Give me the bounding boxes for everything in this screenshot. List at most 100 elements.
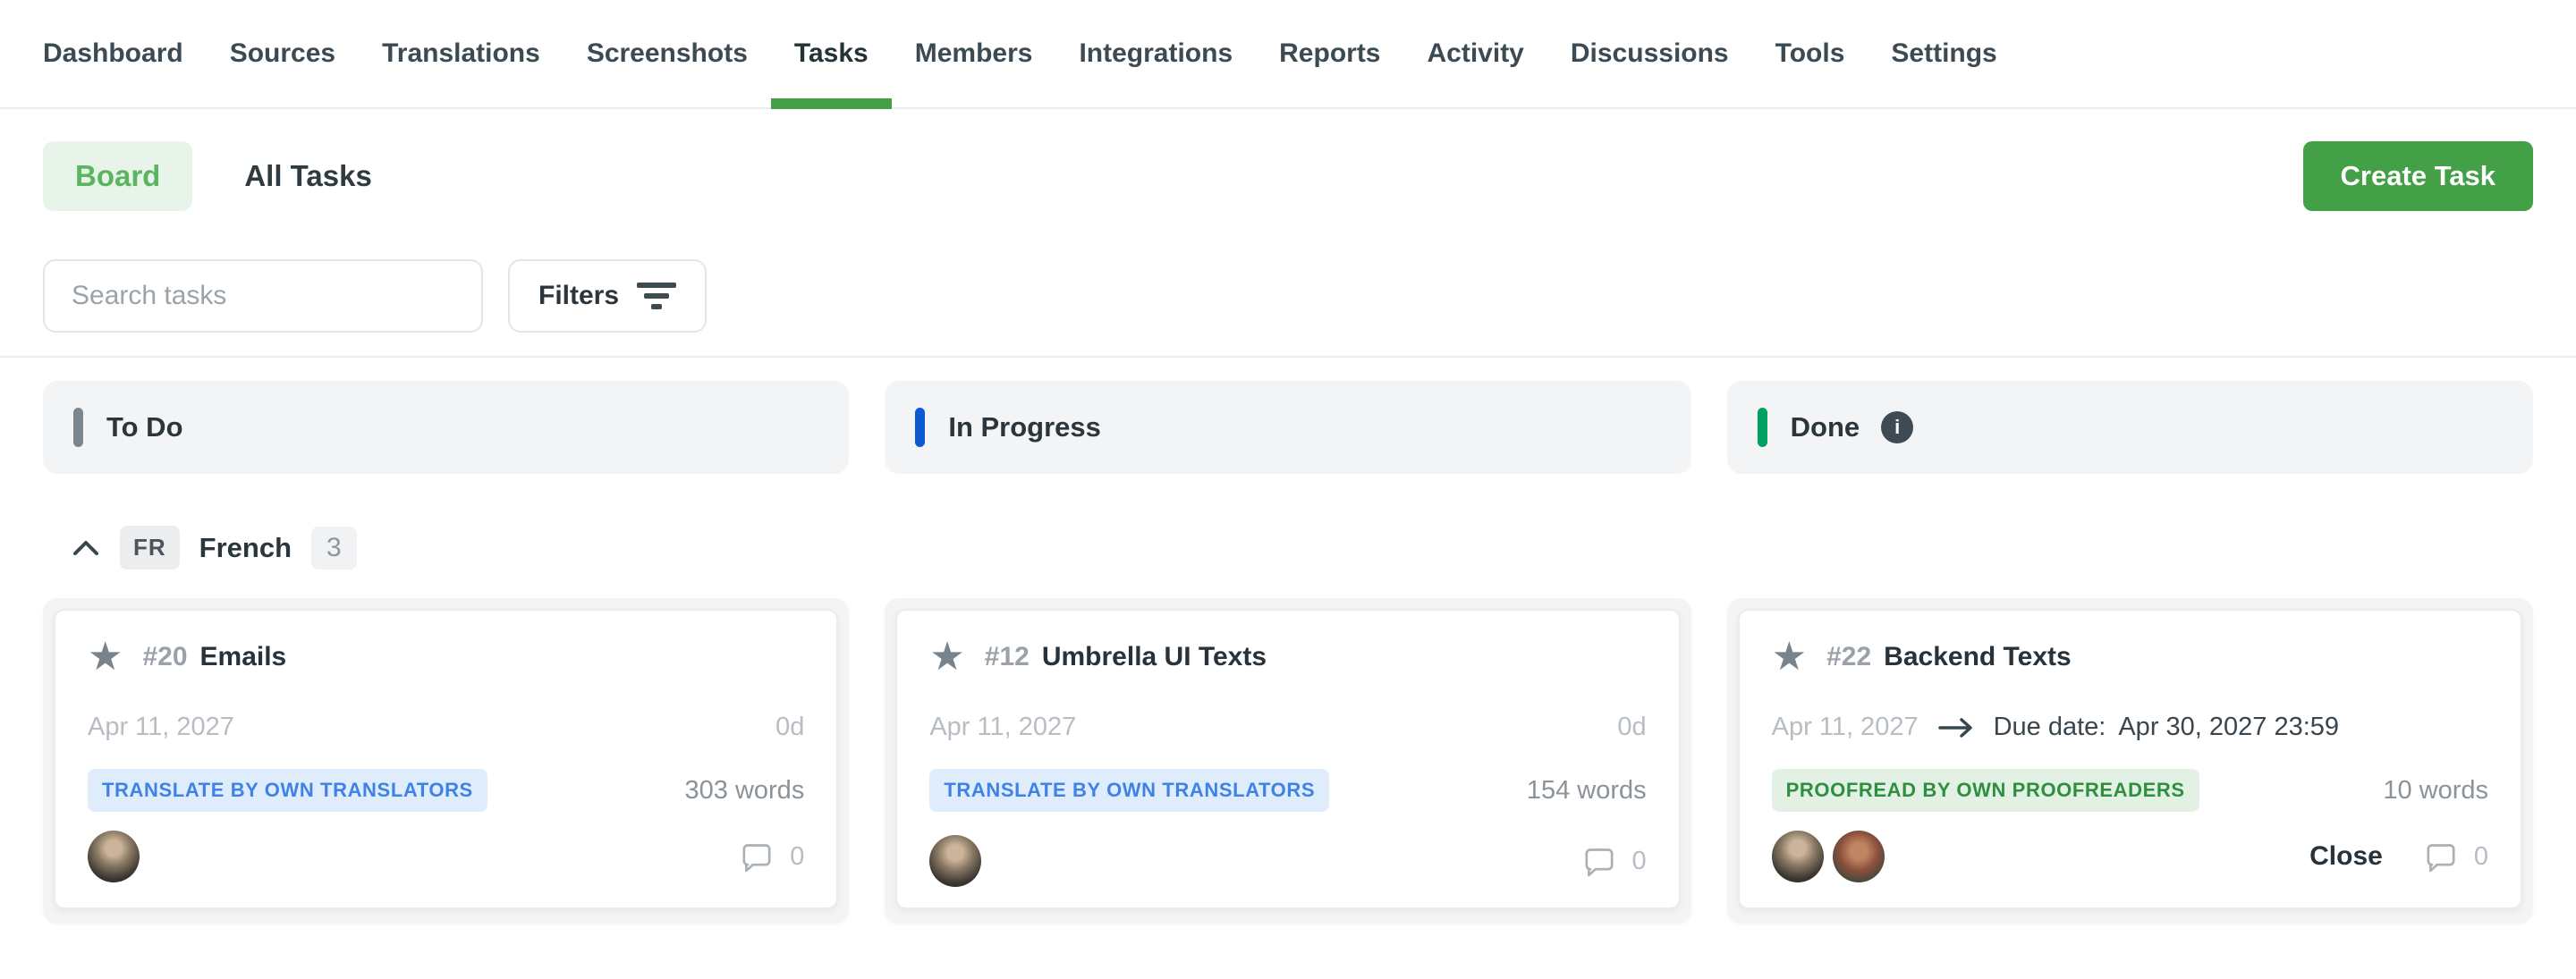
task-date: Apr 11, 2027 [929, 713, 1076, 742]
filters-button[interactable]: Filters [508, 259, 707, 333]
nav-dashboard[interactable]: Dashboard [43, 0, 183, 107]
card-title-row: ★ #22 Backend Texts [1772, 637, 2488, 677]
nav-settings[interactable]: Settings [1891, 0, 1996, 107]
arrow-right-icon [1936, 716, 1976, 739]
star-icon[interactable]: ★ [88, 637, 123, 677]
assignee-avatars [88, 831, 140, 882]
view-toolbar: Board All Tasks Create Task [43, 141, 2533, 211]
section-divider [0, 356, 2576, 358]
lane-todo: ★ #20 Emails Apr 11, 2027 0d TRANSLATE B… [43, 598, 849, 924]
todo-column-label: To Do [106, 411, 183, 443]
language-code-badge: FR [120, 526, 180, 570]
task-word-count: 10 words [2383, 776, 2488, 806]
card-footer: 0 [929, 835, 1646, 887]
tasks-board-page: Dashboard Sources Translations Screensho… [0, 0, 2576, 979]
card-badge-row: TRANSLATE BY OWN TRANSLATORS 303 words [88, 769, 804, 812]
comment-count: 0 [790, 842, 804, 872]
board-lanes: ★ #20 Emails Apr 11, 2027 0d TRANSLATE B… [43, 598, 2533, 924]
task-word-count: 303 words [685, 776, 805, 806]
card-title-row: ★ #20 Emails [88, 637, 804, 677]
comments-button[interactable]: 0 [738, 839, 804, 874]
language-name: French [199, 532, 292, 564]
avatar [929, 835, 981, 887]
chevron-up-icon[interactable] [72, 539, 100, 557]
avatar [1833, 831, 1885, 882]
filter-icon [637, 283, 676, 309]
task-days-left: 0d [775, 713, 804, 742]
language-group-header[interactable]: FR French 3 [43, 526, 357, 570]
nav-tasks[interactable]: Tasks [794, 0, 869, 107]
filters-label: Filters [538, 281, 619, 311]
done-color-bar [1758, 408, 1767, 447]
task-type-badge: TRANSLATE BY OWN TRANSLATORS [929, 769, 1329, 812]
task-word-count: 154 words [1527, 776, 1647, 806]
card-meta-row: Apr 11, 2027 0d [929, 713, 1646, 742]
task-days-left: 0d [1617, 713, 1646, 742]
card-title-row: ★ #12 Umbrella UI Texts [929, 637, 1646, 677]
search-input[interactable] [43, 259, 483, 333]
column-header-todo: To Do [43, 381, 849, 474]
due-date-value: Apr 30, 2027 23:59 [2118, 713, 2339, 742]
close-task-button[interactable]: Close [2309, 841, 2383, 872]
card-footer: Close 0 [1772, 831, 2488, 882]
task-type-badge: PROOFREAD BY OWN PROOFREADERS [1772, 769, 2199, 812]
task-count-badge: 3 [311, 527, 357, 570]
board-view-tab[interactable]: Board [43, 141, 192, 211]
comment-icon [1580, 843, 1618, 879]
task-title: Umbrella UI Texts [1042, 642, 1267, 672]
comment-count: 0 [1632, 847, 1647, 876]
nav-members[interactable]: Members [915, 0, 1033, 107]
star-icon[interactable]: ★ [1772, 637, 1807, 677]
in-progress-color-bar [915, 408, 925, 447]
avatar [1772, 831, 1824, 882]
todo-color-bar [73, 408, 83, 447]
task-id: #12 [985, 642, 1030, 672]
nav-screenshots[interactable]: Screenshots [587, 0, 748, 107]
avatar [88, 831, 140, 882]
task-id: #20 [142, 642, 187, 672]
card-meta-row: Apr 11, 2027 Due date: Apr 30, 2027 23:5… [1772, 713, 2488, 742]
task-card[interactable]: ★ #12 Umbrella UI Texts Apr 11, 2027 0d … [895, 609, 1680, 909]
comment-icon [738, 839, 775, 874]
info-icon[interactable]: i [1881, 411, 1913, 443]
column-header-done: Done i [1727, 381, 2533, 474]
task-title: Emails [200, 642, 287, 672]
comment-count: 0 [2474, 842, 2488, 872]
search-filter-row: Filters [43, 259, 2533, 333]
assignee-avatars [929, 835, 981, 887]
nav-integrations[interactable]: Integrations [1079, 0, 1233, 107]
create-task-button[interactable]: Create Task [2303, 141, 2533, 211]
lane-done: ★ #22 Backend Texts Apr 11, 2027 Due dat… [1727, 598, 2533, 924]
task-date: Apr 11, 2027 [88, 713, 234, 742]
card-badge-row: TRANSLATE BY OWN TRANSLATORS 154 words [929, 769, 1646, 812]
task-date: Apr 11, 2027 [1772, 713, 1919, 742]
due-date-label: Due date: [1994, 713, 2106, 742]
task-type-badge: TRANSLATE BY OWN TRANSLATORS [88, 769, 487, 812]
nav-reports[interactable]: Reports [1279, 0, 1380, 107]
comment-icon [2422, 839, 2460, 874]
nav-translations[interactable]: Translations [382, 0, 540, 107]
nav-tools[interactable]: Tools [1775, 0, 1845, 107]
task-card[interactable]: ★ #22 Backend Texts Apr 11, 2027 Due dat… [1738, 609, 2522, 909]
nav-discussions[interactable]: Discussions [1571, 0, 1729, 107]
all-tasks-view-tab[interactable]: All Tasks [244, 159, 371, 193]
comments-button[interactable]: 0 [2422, 839, 2488, 874]
assignee-avatars [1772, 831, 1885, 882]
nav-sources[interactable]: Sources [230, 0, 335, 107]
in-progress-column-label: In Progress [948, 411, 1101, 443]
column-header-in-progress: In Progress [885, 381, 1690, 474]
task-card[interactable]: ★ #20 Emails Apr 11, 2027 0d TRANSLATE B… [54, 609, 838, 909]
card-badge-row: PROOFREAD BY OWN PROOFREADERS 10 words [1772, 769, 2488, 812]
card-meta-row: Apr 11, 2027 0d [88, 713, 804, 742]
nav-activity[interactable]: Activity [1428, 0, 1524, 107]
task-title: Backend Texts [1884, 642, 2072, 672]
kanban-board: To Do In Progress Done i FR French 3 [0, 381, 2576, 924]
task-id: #22 [1826, 642, 1871, 672]
top-navigation: Dashboard Sources Translations Screensho… [0, 0, 2576, 109]
column-headers: To Do In Progress Done i [43, 381, 2533, 474]
comments-button[interactable]: 0 [1580, 843, 1647, 879]
card-footer: 0 [88, 831, 804, 882]
lane-in-progress: ★ #12 Umbrella UI Texts Apr 11, 2027 0d … [885, 598, 1690, 924]
done-column-label: Done [1791, 411, 1860, 443]
star-icon[interactable]: ★ [929, 637, 964, 677]
